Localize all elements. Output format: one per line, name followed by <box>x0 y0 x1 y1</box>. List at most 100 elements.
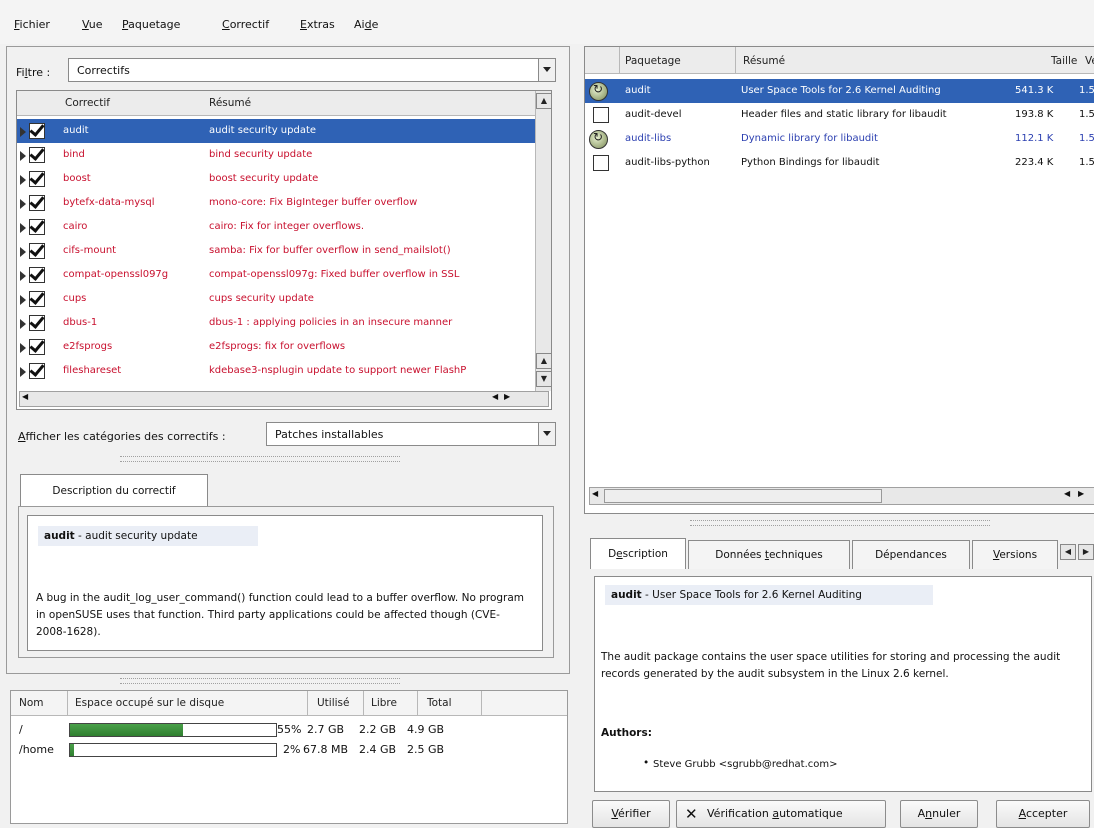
scroll-down-icon[interactable]: ▼ <box>536 371 551 387</box>
expand-arrow-icon[interactable] <box>20 271 26 281</box>
patch-checkbox[interactable] <box>29 147 45 163</box>
patch-checkbox[interactable] <box>29 123 45 139</box>
package-checkbox[interactable] <box>593 155 609 171</box>
expand-arrow-icon[interactable] <box>20 367 26 377</box>
patch-checkbox[interactable] <box>29 219 45 235</box>
menu-correctif[interactable]: Correctif <box>222 18 269 31</box>
patch-row[interactable]: cairo cairo: Fix for integer overflows. <box>17 215 535 239</box>
package-row[interactable]: audit User Space Tools for 2.6 Kernel Aud… <box>585 79 1094 103</box>
menu-paquetage[interactable]: Paquetage <box>122 18 180 31</box>
package-scrollbar-h[interactable]: ◀ ◀ ▶ <box>589 487 1094 505</box>
patch-scrollbar-h[interactable]: ◀ ◀ ▶ <box>19 391 549 407</box>
expand-arrow-icon[interactable] <box>20 295 26 305</box>
splitter[interactable] <box>690 520 990 526</box>
column-header-nom[interactable]: Nom <box>19 697 44 709</box>
splitter[interactable] <box>120 456 400 462</box>
column-header-utilise[interactable]: Utilisé <box>317 697 349 709</box>
patch-row[interactable]: cups cups security update <box>17 287 535 311</box>
patch-checkbox[interactable] <box>29 267 45 283</box>
patch-row[interactable]: compat-openssl097g compat-openssl097g: Fi… <box>17 263 535 287</box>
column-header-paquetage[interactable]: Paquetage <box>625 55 681 67</box>
disk-usage-bar <box>69 723 277 737</box>
patch-row[interactable]: boost boost security update <box>17 167 535 191</box>
column-header-total[interactable]: Total <box>427 697 452 709</box>
package-name: audit-libs <box>625 133 672 144</box>
expand-arrow-icon[interactable] <box>20 319 26 329</box>
disk-total: 4.9 GB <box>407 723 445 736</box>
scroll-up-icon[interactable]: ▲ <box>536 353 551 369</box>
patch-checkbox[interactable] <box>29 243 45 259</box>
tab-description[interactable]: Description <box>590 538 686 569</box>
expand-arrow-icon[interactable] <box>20 175 26 185</box>
disk-percent: 2% <box>283 743 301 756</box>
splitter[interactable] <box>120 678 400 684</box>
expand-arrow-icon[interactable] <box>20 223 26 233</box>
tab-scroll-right-icon[interactable]: ▶ <box>1078 544 1094 560</box>
scroll-right-icon[interactable]: ▶ <box>504 392 510 401</box>
filter-label: Filtre : <box>16 66 51 79</box>
column-header-taille[interactable]: Taille <box>1051 55 1077 67</box>
update-icon[interactable] <box>589 130 608 149</box>
expand-arrow-icon[interactable] <box>20 343 26 353</box>
tab-dependances[interactable]: Dépendances <box>852 540 970 569</box>
patch-checkbox[interactable] <box>29 339 45 355</box>
menu-bar: Fichier Vue Paquetage Correctif Extras A… <box>0 0 1094 44</box>
scroll-left-icon[interactable]: ◀ <box>1064 489 1070 498</box>
auto-verify-toggle[interactable]: ✕ Vérification automatique <box>676 800 886 828</box>
filter-combo[interactable]: Correctifs <box>68 58 556 82</box>
patch-row[interactable]: e2fsprogs e2fsprogs: fix for overflows <box>17 335 535 359</box>
cancel-button[interactable]: Annuler <box>900 800 978 828</box>
expand-arrow-icon[interactable] <box>20 199 26 209</box>
disk-total: 2.5 GB <box>407 743 445 756</box>
column-header-libre[interactable]: Libre <box>371 697 397 709</box>
authors-label: Authors: <box>601 727 652 739</box>
scroll-left-icon[interactable]: ◀ <box>592 489 598 498</box>
patch-row[interactable]: fileshareset kdebase3-nsplugin update to … <box>17 359 535 383</box>
scroll-right-icon[interactable]: ▶ <box>1078 489 1084 498</box>
expand-arrow-icon[interactable] <box>20 247 26 257</box>
tab-scroll-left-icon[interactable]: ◀ <box>1060 544 1076 560</box>
patch-row[interactable]: cifs-mount samba: Fix for buffer overflow… <box>17 239 535 263</box>
patch-checkbox[interactable] <box>29 195 45 211</box>
chevron-down-icon[interactable] <box>538 423 555 445</box>
menu-fichier[interactable]: Fichier <box>14 18 50 31</box>
column-header-resume[interactable]: Résumé <box>743 55 785 67</box>
menu-vue[interactable]: Vue <box>82 18 103 31</box>
package-checkbox[interactable] <box>593 107 609 123</box>
patch-checkbox[interactable] <box>29 171 45 187</box>
tab-versions[interactable]: Versions <box>972 540 1058 569</box>
scroll-left-icon[interactable]: ◀ <box>22 392 28 401</box>
column-header-resume[interactable]: Résumé <box>209 97 251 109</box>
categories-combo[interactable]: Patches installables <box>266 422 556 446</box>
column-header-correctif[interactable]: Correctif <box>65 97 110 109</box>
patch-row[interactable]: dbus-1 dbus-1 : applying policies in an i… <box>17 311 535 335</box>
expand-arrow-icon[interactable] <box>20 151 26 161</box>
patch-checkbox[interactable] <box>29 315 45 331</box>
column-header-espace[interactable]: Espace occupé sur le disque <box>75 697 224 709</box>
patch-checkbox[interactable] <box>29 291 45 307</box>
scroll-up-icon[interactable]: ▲ <box>536 93 551 109</box>
scroll-thumb[interactable] <box>604 489 882 503</box>
patch-row[interactable]: audit audit security update <box>17 119 535 143</box>
patch-row[interactable]: bytefx-data-mysql mono-core: Fix BigInteg… <box>17 191 535 215</box>
patch-scrollbar-v[interactable]: ▲ ▲ ▼ <box>535 91 551 391</box>
package-row[interactable]: audit-libs-python Python Bindings for lib… <box>585 151 1094 175</box>
package-row[interactable]: audit-libs Dynamic library for libaudit 11… <box>585 127 1094 151</box>
package-row[interactable]: audit-devel Header files and static libra… <box>585 103 1094 127</box>
patch-row[interactable]: bind bind security update <box>17 143 535 167</box>
chevron-down-icon[interactable] <box>538 59 555 81</box>
patch-checkbox[interactable] <box>29 363 45 379</box>
menu-aide[interactable]: Aide <box>354 18 378 31</box>
patch-summary: cups security update <box>209 293 314 304</box>
update-icon[interactable] <box>589 82 608 101</box>
menu-extras[interactable]: Extras <box>300 18 335 31</box>
expand-arrow-icon[interactable] <box>20 127 26 137</box>
tab-description-correctif[interactable]: Description du correctif <box>20 474 208 507</box>
column-header-version[interactable]: Ve <box>1085 55 1094 67</box>
verify-button[interactable]: Vérifier <box>592 800 670 828</box>
disk-header: Nom Espace occupé sur le disque Utilisé … <box>11 691 567 716</box>
scroll-left-icon[interactable]: ◀ <box>492 392 498 401</box>
patch-summary: boost security update <box>209 173 319 184</box>
accept-button[interactable]: Accepter <box>996 800 1090 828</box>
tab-donnees-techniques[interactable]: Données techniques <box>688 540 850 569</box>
